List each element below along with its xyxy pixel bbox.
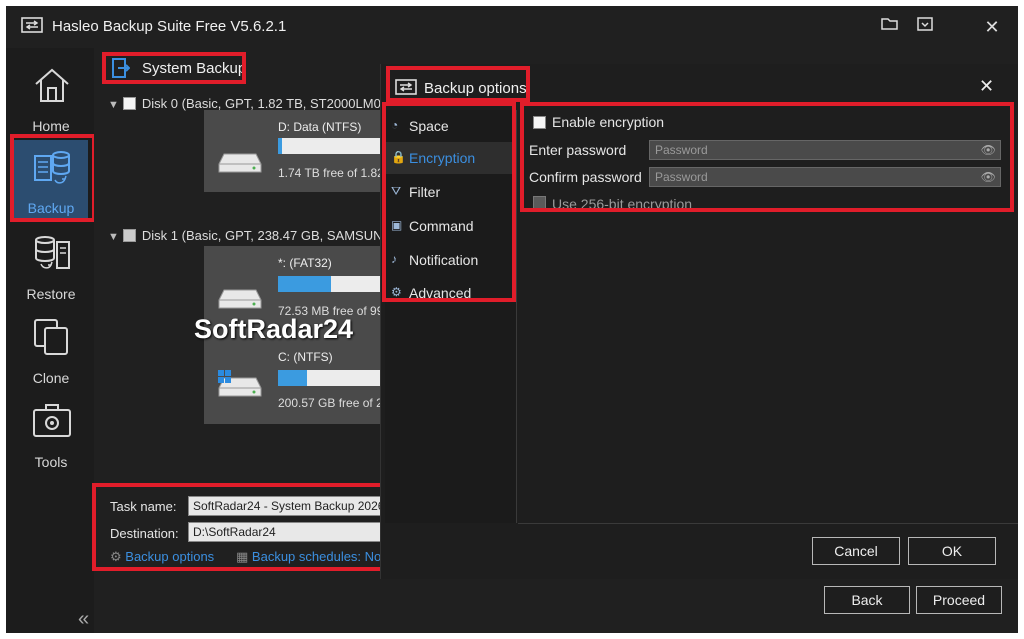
dialog-close-icon[interactable]: ✕ xyxy=(979,76,994,97)
option-space[interactable]: ◔ Space xyxy=(385,110,515,142)
option-advanced-label: Advanced xyxy=(409,285,472,301)
option-command[interactable]: ▣ Command xyxy=(385,210,515,242)
chevron-down-icon[interactable]: ▼ xyxy=(108,99,119,111)
close-icon[interactable]: ✕ xyxy=(980,16,1004,38)
drive-icon xyxy=(218,153,262,173)
backup-options-dialog: Backup options ✕ ◔ Space 🔒 Encryption ⛛ Fil… xyxy=(380,64,1018,579)
backup-schedules-link[interactable]: ▦ Backup schedules: No xyxy=(236,549,381,565)
dialog-title: Backup options xyxy=(424,80,527,97)
partition-name: C: (NTFS) xyxy=(278,350,333,364)
option-filter-label: Filter xyxy=(409,184,441,200)
enter-password-label: Enter password xyxy=(529,142,627,158)
destination-input[interactable]: D:\SoftRadar24 xyxy=(188,522,388,542)
gear-icon: ⚙ xyxy=(110,549,122,564)
gear-icon: ⚙ xyxy=(391,285,402,299)
system-backup-icon xyxy=(112,58,130,78)
tools-icon xyxy=(33,404,71,437)
partition-usage-bar xyxy=(278,276,386,292)
sidebar-nav: Home Backup Restore Clone Tools « xyxy=(6,48,94,633)
collapse-sidebar-icon[interactable]: « xyxy=(78,608,89,631)
cancel-button[interactable]: Cancel xyxy=(812,537,900,565)
partition-free-text: 1.74 TB free of 1.82 xyxy=(278,166,384,180)
use-256-bit-label: Use 256-bit encryption xyxy=(552,196,693,212)
home-icon xyxy=(35,68,69,102)
nav-item-clone-label: Clone xyxy=(32,370,70,386)
pie-chart-icon: ◔ xyxy=(391,118,399,132)
confirm-password-placeholder: Password xyxy=(655,170,708,184)
enable-encryption-label: Enable encryption xyxy=(552,114,665,130)
disk-0-checkbox[interactable] xyxy=(122,97,136,110)
ok-button[interactable]: OK xyxy=(908,537,996,565)
page-title: System Backup xyxy=(142,60,247,77)
option-filter[interactable]: ⛛ Filter xyxy=(385,176,515,208)
watermark-text: SoftRadar24 xyxy=(194,314,354,344)
drive-icon xyxy=(218,289,262,309)
disk-1-checkbox[interactable] xyxy=(122,229,136,242)
title-bar: Hasleo Backup Suite Free V5.6.2.1 ✕ xyxy=(6,6,1018,48)
backup-options-icon xyxy=(395,79,417,95)
windows-drive-icon xyxy=(218,370,262,397)
terminal-icon: ▣ xyxy=(391,218,403,232)
nav-item-tools-label: Tools xyxy=(34,454,68,470)
enable-encryption-checkbox[interactable] xyxy=(533,116,546,129)
calendar-icon: ▦ xyxy=(236,549,249,564)
confirm-password-input[interactable]: Password 👁 xyxy=(649,167,1001,187)
task-name-input[interactable]: SoftRadar24 - System Backup 2026 xyxy=(188,496,388,516)
bell-icon: ♪ xyxy=(391,252,397,266)
nav-item-backup[interactable]: Backup xyxy=(14,140,88,220)
partition-card-d[interactable]: D: Data (NTFS) 1.74 TB free of 1.82 xyxy=(204,110,386,192)
app-logo-icon xyxy=(21,17,43,33)
filter-icon: ⛛ xyxy=(391,184,402,198)
nav-item-restore[interactable]: Restore xyxy=(14,226,88,306)
nav-item-home-label: Home xyxy=(32,118,70,134)
back-button[interactable]: Back xyxy=(824,586,910,614)
folder-open-icon[interactable] xyxy=(878,16,902,38)
restore-icon xyxy=(35,236,70,269)
partition-name: *: (FAT32) xyxy=(278,256,332,270)
eye-icon[interactable]: 👁 xyxy=(981,170,996,184)
option-encryption-label: Encryption xyxy=(409,150,476,166)
use-256-bit-checkbox[interactable] xyxy=(533,196,546,209)
nav-item-tools[interactable]: Tools xyxy=(14,394,88,474)
backup-schedules-label: Backup schedules: No xyxy=(251,549,382,564)
option-space-label: Space xyxy=(409,118,449,134)
disk-0-row[interactable]: ▼ Disk 0 (Basic, GPT, 1.82 TB, ST2000LM0 xyxy=(108,96,381,111)
nav-item-clone[interactable]: Clone xyxy=(14,310,88,390)
clone-icon xyxy=(34,319,68,355)
option-command-label: Command xyxy=(409,218,474,234)
lock-icon: 🔒 xyxy=(391,150,406,164)
backup-icon xyxy=(34,151,70,184)
disk-0-label: Disk 0 (Basic, GPT, 1.82 TB, ST2000LM0 xyxy=(141,96,381,111)
confirm-password-label: Confirm password xyxy=(529,169,642,185)
partition-usage-bar xyxy=(278,370,386,386)
options-sidebar: ◔ Space 🔒 Encryption ⛛ Filter ▣ Command ♪ Not… xyxy=(385,110,517,523)
app-title: Hasleo Backup Suite Free V5.6.2.1 xyxy=(52,18,287,35)
partition-card-c[interactable]: C: (NTFS) 200.57 GB free of 23 xyxy=(204,342,390,422)
option-notification[interactable]: ♪ Notification xyxy=(385,244,515,276)
task-name-label: Task name: xyxy=(110,499,177,514)
partition-name: D: Data (NTFS) xyxy=(278,120,362,134)
enter-password-input[interactable]: Password 👁 xyxy=(649,140,1001,160)
disk-1-label: Disk 1 (Basic, GPT, 238.47 GB, SAMSUN xyxy=(141,228,383,243)
proceed-button[interactable]: Proceed xyxy=(916,586,1002,614)
backup-options-link[interactable]: ⚙ Backup options xyxy=(110,549,214,565)
menu-icon[interactable] xyxy=(913,16,937,38)
backup-options-label: Backup options xyxy=(125,549,215,564)
option-advanced[interactable]: ⚙ Advanced xyxy=(385,277,515,309)
nav-item-restore-label: Restore xyxy=(26,286,76,302)
option-encryption[interactable]: 🔒 Encryption xyxy=(385,142,515,174)
enter-password-placeholder: Password xyxy=(655,143,708,157)
partition-usage-bar xyxy=(278,138,386,154)
eye-icon[interactable]: 👁 xyxy=(981,143,996,157)
nav-item-backup-label: Backup xyxy=(27,200,75,216)
app-window: Hasleo Backup Suite Free V5.6.2.1 ✕ Home xyxy=(6,6,1018,633)
dialog-footer: Cancel OK xyxy=(518,523,1018,579)
destination-label: Destination: xyxy=(110,526,179,541)
encryption-panel: Enable encryption Enter password Passwor… xyxy=(518,110,1018,523)
option-notification-label: Notification xyxy=(409,252,479,268)
chevron-down-icon[interactable]: ▼ xyxy=(108,231,119,243)
disk-1-row[interactable]: ▼ Disk 1 (Basic, GPT, 238.47 GB, SAMSUN xyxy=(108,228,382,243)
nav-item-home[interactable]: Home xyxy=(14,58,88,138)
partition-free-text: 200.57 GB free of 23 xyxy=(278,396,390,410)
